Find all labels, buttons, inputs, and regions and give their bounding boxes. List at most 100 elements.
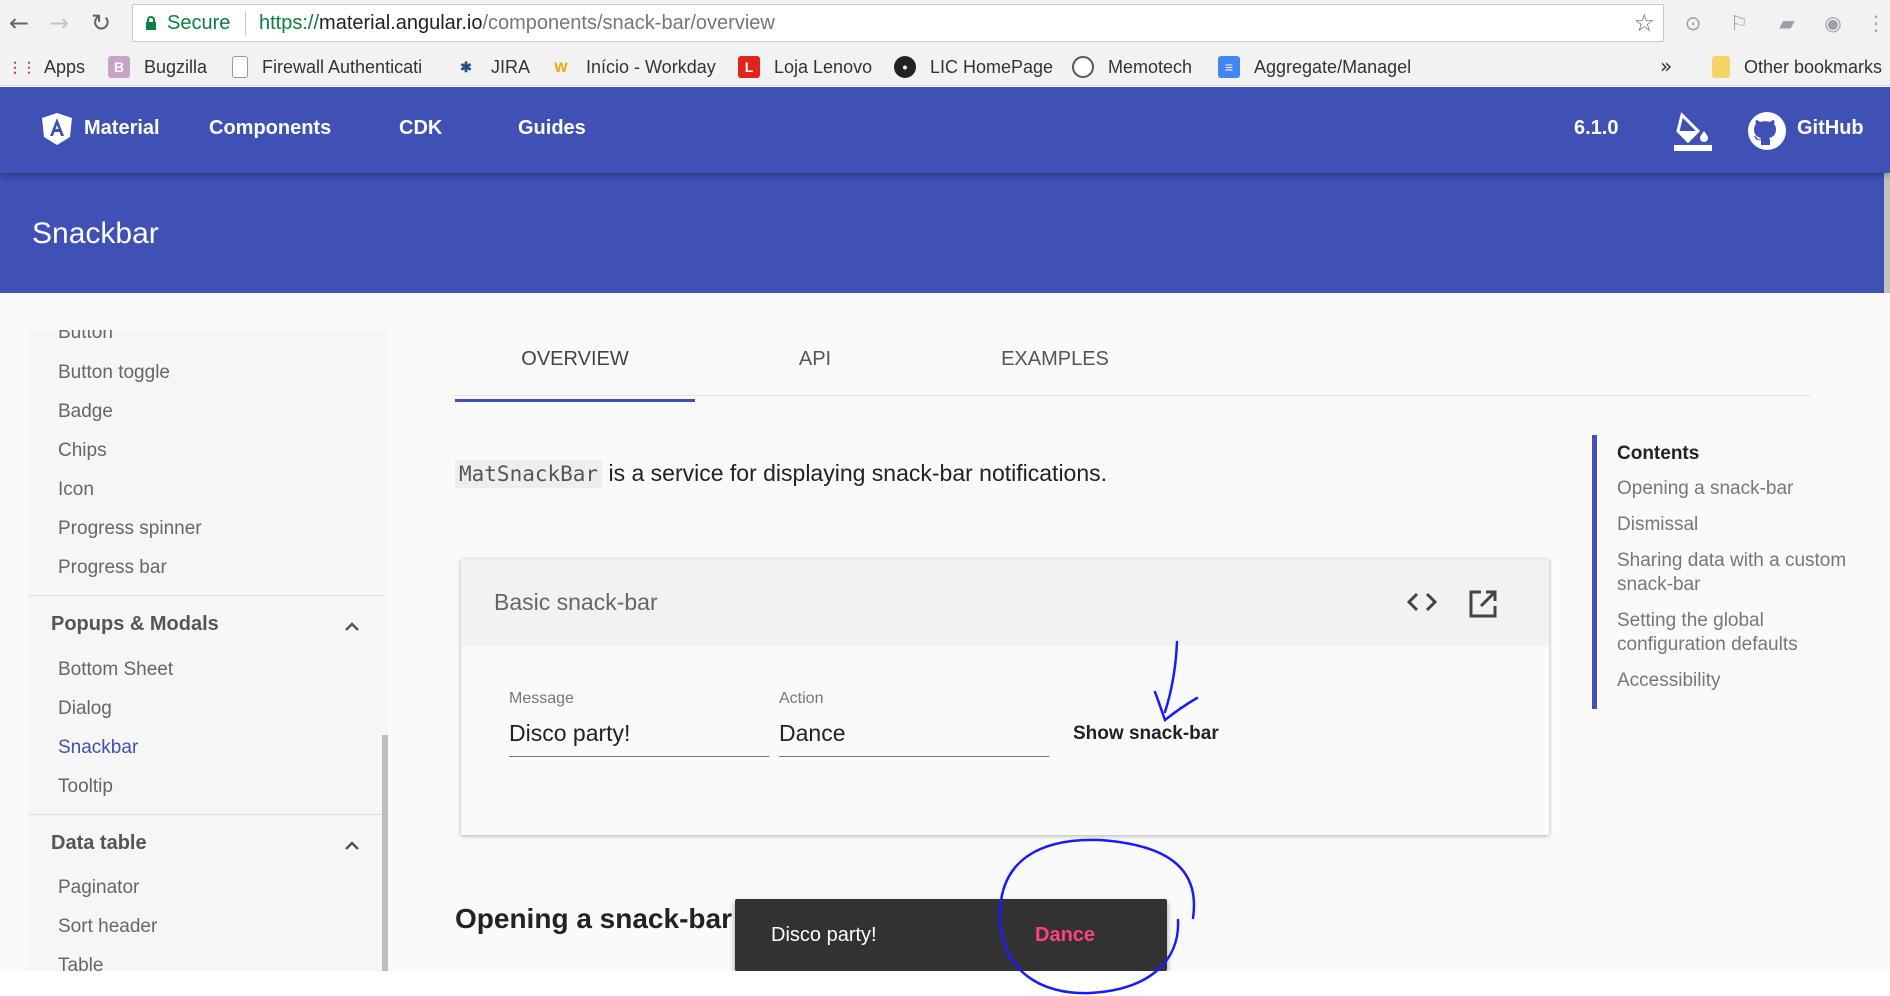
brand-link[interactable]: Material: [84, 117, 160, 140]
chevron-up-icon[interactable]: [344, 840, 360, 850]
reload-icon[interactable]: ↻: [86, 8, 116, 38]
github-icon[interactable]: [1747, 111, 1787, 151]
bookmark-jira[interactable]: ✱ JIRA: [455, 55, 530, 79]
version-selector[interactable]: 6.1.0: [1574, 117, 1618, 140]
address-bar[interactable]: Secure https://material.angular.io/compo…: [132, 4, 1664, 42]
menu-icon[interactable]: ⋮: [1866, 10, 1886, 36]
bookmark-label: Aggregate/Managel: [1254, 56, 1412, 77]
tab-label: OVERVIEW: [521, 348, 629, 370]
url-scheme: https://: [259, 12, 320, 34]
sidebar-item-dialog[interactable]: Dialog: [58, 698, 112, 720]
toc-item-sharing-data[interactable]: Sharing data with a custom snack-bar: [1617, 549, 1857, 597]
page-icon: [232, 56, 248, 78]
site-toolbar: Material Components CDK Guides 6.1.0 Git…: [0, 87, 1890, 173]
intro-text: MatSnackBar is a service for displaying …: [455, 460, 1108, 488]
forward-icon[interactable]: →: [44, 8, 74, 38]
sidebar-divider: [28, 814, 384, 815]
bookmark-other[interactable]: Other bookmarks: [1712, 55, 1882, 79]
github-link[interactable]: GitHub: [1797, 117, 1864, 140]
sidebar-item-paginator[interactable]: Paginator: [58, 877, 139, 899]
snackbar: Disco party! Dance: [735, 899, 1167, 971]
snackbar-action-button[interactable]: Dance: [1035, 924, 1095, 947]
chevron-up-icon[interactable]: [344, 621, 360, 631]
code-term: MatSnackBar: [455, 460, 603, 488]
nav-guides[interactable]: Guides: [518, 117, 586, 140]
bookmark-label: LIC HomePage: [930, 56, 1054, 77]
page-header: Snackbar: [0, 173, 1890, 293]
toc-title: Contents: [1617, 443, 1700, 464]
tab-api[interactable]: API: [695, 348, 935, 371]
url-host: material.angular.io: [319, 12, 483, 34]
bookmark-label: Loja Lenovo: [774, 56, 873, 77]
sidebar-scrollbar[interactable]: [382, 735, 388, 971]
sidebar-item-progress-bar[interactable]: Progress bar: [58, 557, 167, 579]
tab-overview[interactable]: OVERVIEW: [455, 348, 695, 402]
bookmark-apps[interactable]: ⋮⋮ Apps: [8, 55, 85, 79]
lenovo-icon: L: [738, 56, 760, 78]
bookmark-label: Other bookmarks: [1744, 56, 1883, 77]
extension-icon-4[interactable]: ◉: [1820, 10, 1846, 36]
sidebar-group-data-table[interactable]: Data table: [51, 832, 147, 855]
nav-cdk[interactable]: CDK: [399, 117, 442, 140]
angular-logo-icon[interactable]: [42, 113, 72, 145]
bookmark-aggregate[interactable]: ≡ Aggregate/Managel: [1218, 55, 1411, 79]
show-snackbar-button[interactable]: Show snack-bar: [1073, 723, 1219, 745]
bookmark-label: Início - Workday: [586, 56, 716, 77]
message-input[interactable]: Disco party!: [509, 720, 630, 747]
sidebar-item-icon[interactable]: Icon: [58, 479, 94, 501]
nav-components[interactable]: Components: [209, 117, 331, 140]
bookmark-bugzilla[interactable]: B Bugzilla: [108, 55, 207, 79]
toc-item-opening[interactable]: Opening a snack-bar: [1617, 477, 1857, 501]
sidebar-item-bottom-sheet[interactable]: Bottom Sheet: [58, 659, 173, 681]
tab-ink-bar: [455, 399, 695, 402]
bookmarks-overflow[interactable]: »: [1660, 54, 1672, 78]
code-icon[interactable]: [1406, 587, 1438, 617]
example-card: Basic snack-bar Message Disco party! Act…: [461, 559, 1549, 835]
toc-item-global-config[interactable]: Setting the global configuration default…: [1617, 609, 1857, 657]
extension-icon-2[interactable]: ⚐: [1726, 10, 1752, 36]
extension-icon-1[interactable]: ⊙: [1680, 10, 1706, 36]
browser-toolbar: ← → ↻ Secure https://material.angular.io…: [0, 0, 1890, 46]
message-underline: [509, 756, 769, 757]
sidebar-item-button-toggle[interactable]: Button toggle: [58, 362, 170, 384]
bookmark-label: JIRA: [491, 56, 531, 77]
sidebar-item-chips[interactable]: Chips: [58, 440, 107, 462]
extension-icon-3[interactable]: ▰: [1774, 10, 1800, 36]
omnibox-divider: [245, 11, 246, 35]
sidebar-item-snackbar[interactable]: Snackbar: [58, 737, 138, 759]
sidebar-nav: Button Button toggle Badge Chips Icon Pr…: [28, 330, 388, 971]
bookmark-lic[interactable]: • LIC HomePage: [894, 55, 1053, 79]
secure-label: Secure: [167, 12, 231, 34]
intro-sentence: is a service for displaying snack-bar no…: [602, 460, 1108, 486]
sidebar-item-badge[interactable]: Badge: [58, 401, 113, 423]
sidebar-group-popups[interactable]: Popups & Modals: [51, 613, 219, 636]
action-input[interactable]: Dance: [779, 720, 845, 747]
bookmark-label: Firewall Authenticati: [262, 56, 423, 77]
back-icon[interactable]: ←: [4, 8, 34, 38]
open-in-new-icon[interactable]: [1468, 589, 1498, 619]
bugzilla-icon: B: [108, 56, 130, 78]
url-text[interactable]: https://material.angular.io/components/s…: [259, 12, 775, 35]
theme-bucket-icon[interactable]: [1674, 111, 1712, 151]
sidebar-item-button[interactable]: Button: [58, 330, 113, 344]
folder-icon: [1712, 56, 1730, 78]
sidebar-divider: [28, 595, 384, 596]
star-icon[interactable]: ☆: [1633, 9, 1655, 37]
bookmark-firewall[interactable]: Firewall Authenticati: [232, 55, 422, 79]
bookmark-label: Apps: [44, 56, 86, 77]
sidebar-item-progress-spinner[interactable]: Progress spinner: [58, 518, 202, 540]
bookmark-label: Bugzilla: [144, 56, 208, 77]
bookmark-lenovo[interactable]: L Loja Lenovo: [738, 55, 872, 79]
docs-icon: ≡: [1218, 56, 1240, 78]
bookmark-memotech[interactable]: Memotech: [1072, 55, 1192, 79]
tab-examples[interactable]: EXAMPLES: [935, 348, 1175, 371]
apps-grid-icon: ⋮⋮: [8, 59, 36, 75]
toc-item-accessibility[interactable]: Accessibility: [1617, 669, 1857, 693]
sidebar-item-table[interactable]: Table: [58, 955, 103, 971]
memotech-icon: [1072, 56, 1094, 78]
sidebar-item-tooltip[interactable]: Tooltip: [58, 776, 113, 798]
sidebar-item-sort-header[interactable]: Sort header: [58, 916, 157, 938]
toc-item-dismissal[interactable]: Dismissal: [1617, 513, 1857, 537]
bookmark-workday[interactable]: W Início - Workday: [550, 55, 716, 79]
lic-icon: •: [894, 56, 916, 78]
